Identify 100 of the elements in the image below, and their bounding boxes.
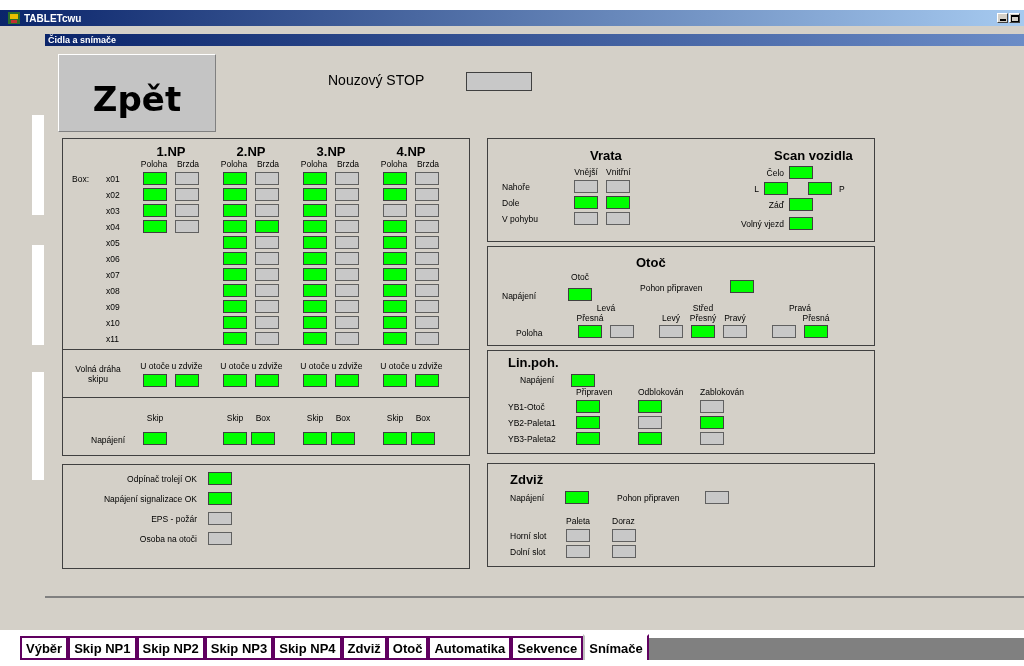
tab[interactable]: Sekvence: [511, 636, 584, 660]
row-label: V pohybu: [502, 213, 539, 224]
column-label: Paleta: [566, 516, 592, 526]
row-label: x03: [106, 205, 120, 216]
column-label: Skip: [226, 413, 244, 423]
row-label: x07: [106, 269, 120, 280]
label: Napájení: [502, 291, 537, 301]
column-label: Brzda: [415, 159, 441, 169]
window-title: TABLETcwu: [24, 12, 83, 24]
row-label: x04: [106, 221, 120, 232]
maximize-icon: [1010, 15, 1019, 22]
emergency-stop-label: Nouzový STOP: [328, 72, 425, 88]
row-label: x06: [106, 253, 120, 264]
tab[interactable]: Skip NP2: [136, 636, 205, 660]
label: Záď: [768, 199, 784, 210]
row-label: x09: [106, 301, 120, 312]
row-label: Dole: [502, 197, 521, 208]
row-label: Horní slot: [510, 530, 548, 541]
label: Box:: [72, 173, 89, 184]
column-label: Skip: [386, 413, 404, 423]
row-label: x08: [106, 285, 120, 296]
row-label: x05: [106, 237, 120, 248]
row-label: x02: [106, 189, 120, 200]
label: P: [839, 183, 845, 194]
column-label: U otoče: [140, 360, 170, 371]
tab[interactable]: Otoč: [386, 636, 429, 660]
column-label: u zdviže: [251, 360, 283, 371]
column-label: Poloha: [140, 159, 168, 169]
row-label: Dolní slot: [510, 546, 547, 557]
column-label: U otoče: [220, 360, 250, 371]
tab[interactable]: Snímače: [583, 634, 649, 660]
column-label: Box: [335, 413, 351, 423]
column-label: Skip: [146, 413, 164, 423]
floor-heading: 1.NP: [156, 144, 186, 159]
label: Napájení signalizace OK: [102, 493, 198, 504]
label: Poloha: [516, 328, 543, 338]
tab[interactable]: Skip NP4: [273, 636, 342, 660]
column-label: Poloha: [300, 159, 328, 169]
row-label: x11: [106, 333, 120, 344]
group-label: Levá: [596, 303, 616, 313]
row-label: YB1-Otoč: [508, 401, 546, 412]
label: Pohon připraven: [640, 283, 703, 293]
label: Osoba na otoči: [138, 533, 198, 544]
section-title: Vrata: [590, 148, 622, 163]
column-label: Poloha: [380, 159, 408, 169]
minimize-icon: [999, 19, 1006, 22]
column-label: Brzda: [335, 159, 361, 169]
app-icon: [8, 12, 20, 24]
column-label: u zdviže: [171, 360, 203, 371]
column-label: Pravý: [724, 313, 746, 323]
label: EPS - požár: [150, 513, 198, 524]
section-title: Scan vozidla: [774, 148, 854, 163]
row-label: Napájení: [91, 435, 126, 445]
label: Čelo: [766, 167, 784, 178]
column-label: u zdviže: [331, 360, 363, 371]
floor-heading: 3.NP: [316, 144, 346, 159]
column-label: Vnější: [574, 167, 598, 177]
floor-heading: 2.NP: [236, 144, 266, 159]
label: Napájení: [510, 492, 545, 503]
column-label: Přesná: [576, 313, 604, 323]
column-label: Poloha: [220, 159, 248, 169]
row-label: Nahoře: [502, 181, 531, 192]
column-label: Box: [255, 413, 271, 423]
column-label: Levý: [662, 313, 680, 323]
row-label: Volná dráha skipu: [74, 363, 122, 384]
column-label: Otoč: [571, 272, 589, 282]
tab[interactable]: Skip NP3: [204, 636, 274, 660]
group-label: Střed: [692, 303, 714, 313]
column-label: Připraven: [576, 387, 614, 397]
tab[interactable]: Automatika: [428, 636, 512, 660]
label: Volný vjezd: [741, 218, 784, 229]
section-title: Lin.poh.: [508, 355, 559, 370]
column-label: Brzda: [255, 159, 281, 169]
tab[interactable]: Výběr: [20, 636, 69, 660]
column-label: Skip: [306, 413, 324, 423]
section-title: Zdviž: [510, 472, 544, 487]
tab[interactable]: Zdviž: [341, 636, 387, 660]
label: Odpínač trolejí OK: [126, 473, 198, 484]
back-button[interactable]: Zpět: [58, 54, 216, 132]
minimize-button[interactable]: [997, 13, 1008, 23]
tab[interactable]: Skip NP1: [68, 636, 137, 660]
label: L: [754, 183, 759, 194]
floor-heading: 4.NP: [396, 144, 426, 159]
column-label: Přesný: [689, 313, 717, 323]
column-label: Vnitřní: [606, 167, 630, 177]
row-label: x01: [106, 173, 120, 184]
row-label: x10: [106, 317, 120, 328]
maximize-button[interactable]: [1009, 13, 1020, 23]
column-label: U otoče: [300, 360, 330, 371]
column-label: Brzda: [175, 159, 201, 169]
label: Napájení: [520, 375, 555, 385]
column-label: Odblokován: [638, 387, 685, 397]
column-label: Box: [415, 413, 431, 423]
column-label: Přesná: [802, 313, 830, 323]
row-label: YB3-Paleta2: [508, 433, 557, 444]
row-label: YB2-Paleta1: [508, 417, 557, 428]
column-label: Doraz: [612, 516, 636, 526]
subwindow-title: Čidla a snímače: [45, 34, 1024, 46]
column-label: u zdviže: [411, 360, 443, 371]
label: Pohon připraven: [617, 492, 680, 503]
